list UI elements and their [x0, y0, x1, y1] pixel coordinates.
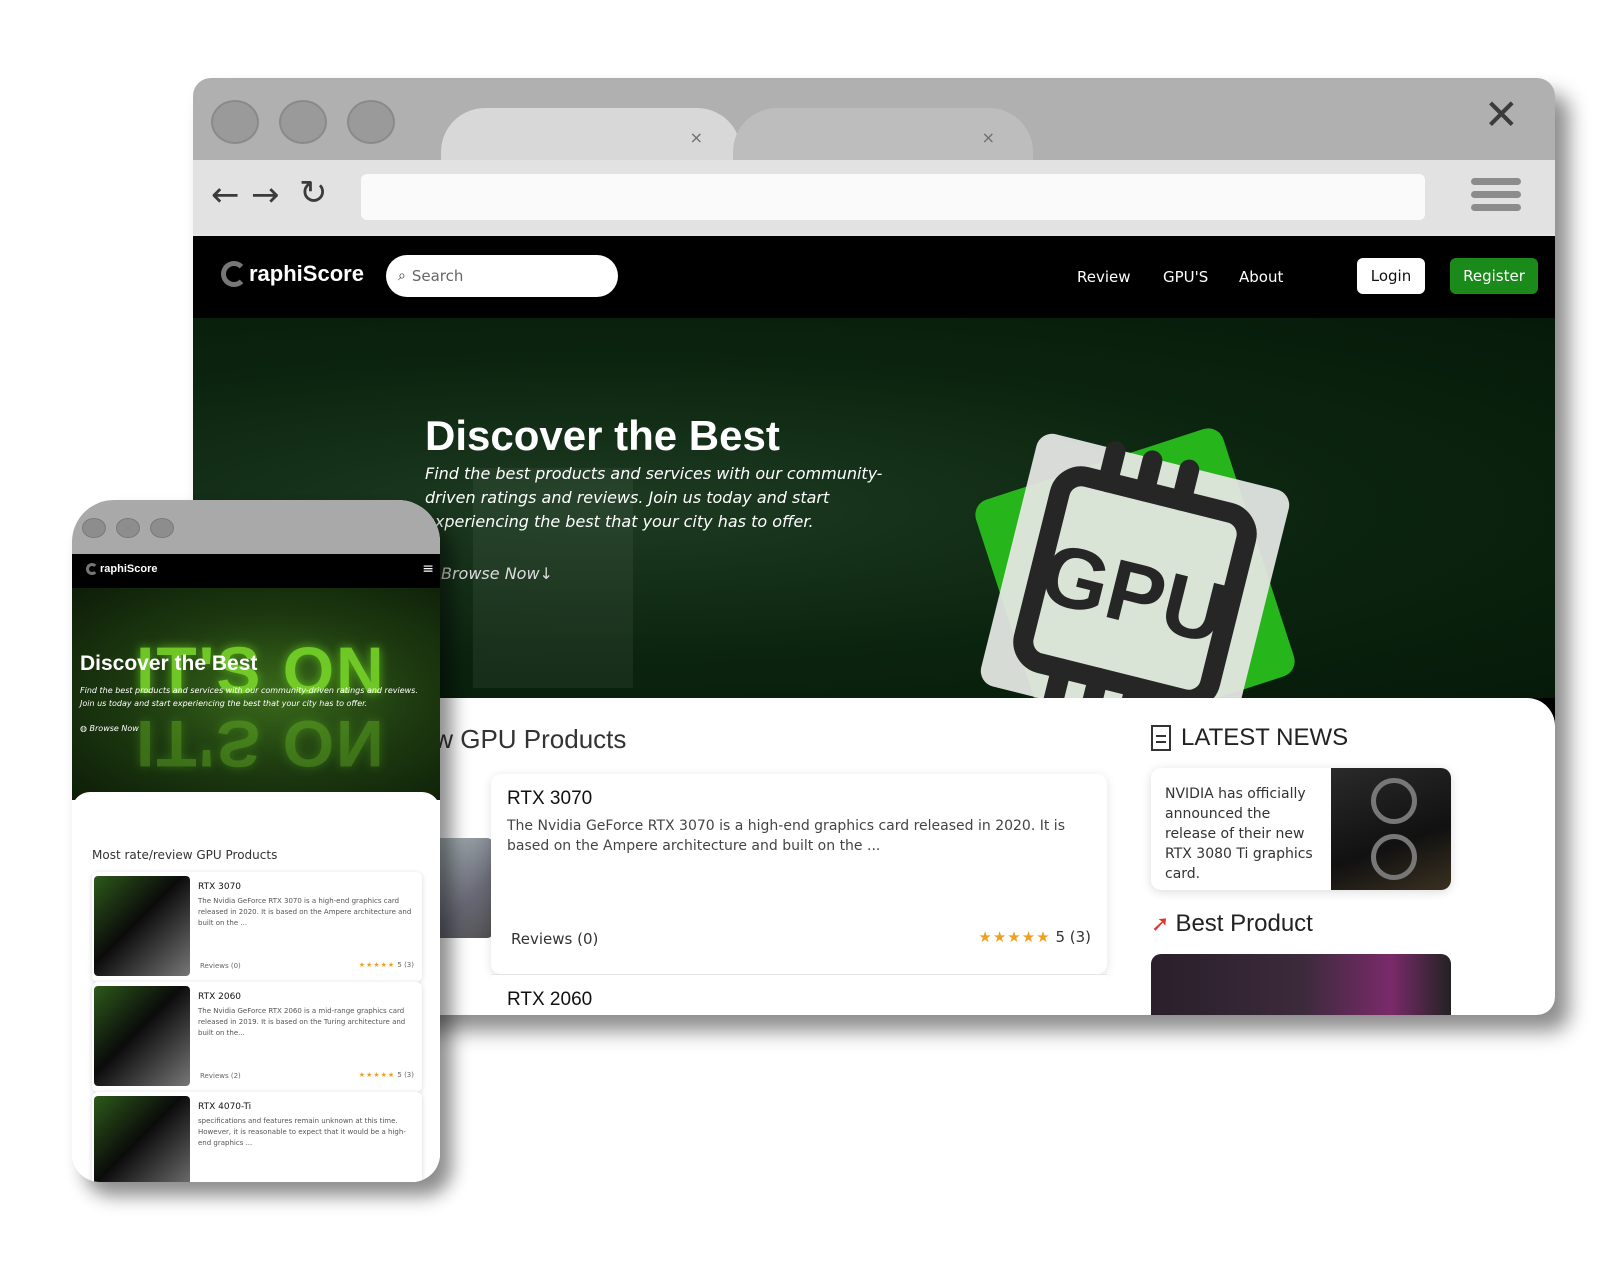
mobile-hero-description: Find the best products and services with… [80, 686, 418, 708]
mobile-product-card[interactable]: RTX 2060 The Nvidia GeForce RTX 2060 is … [92, 982, 422, 1092]
product-name[interactable]: RTX 2060 [198, 992, 241, 1002]
site-logo[interactable]: raphiScore [221, 261, 364, 287]
site-navbar: raphiScore ⌕ Review GPU'S About Login Re… [193, 236, 1555, 318]
hero-neon-reflection: IT'S ON [136, 707, 386, 781]
product-rating: ★★★★★ 5 (3) [978, 928, 1091, 946]
news-image [1331, 768, 1451, 890]
brand-name: raphiScore [249, 261, 364, 286]
nav-link-gpus[interactable]: GPU'S [1163, 268, 1208, 286]
tab-close-icon[interactable]: × [982, 128, 995, 147]
mobile-brand-name: raphiScore [100, 563, 158, 575]
gpu-fan-graphic [1371, 834, 1417, 880]
product-image [94, 876, 190, 976]
logo-g-icon [221, 261, 247, 287]
product-description: The Nvidia GeForce RTX 2060 is a mid-ran… [198, 1007, 406, 1037]
window-dot-minimize[interactable] [279, 100, 327, 144]
rating-value: 5 (3) [397, 1071, 414, 1079]
product-description: The Nvidia GeForce RTX 3070 is a high-en… [507, 818, 1065, 854]
news-card[interactable]: NVIDIA has officially announced the rele… [1151, 768, 1451, 890]
window-dot-close[interactable] [211, 100, 259, 144]
nav-link-about[interactable]: About [1239, 268, 1283, 286]
product-name[interactable]: RTX 3070 [198, 882, 241, 892]
product-rating: ★★★★★ 5 (3) [359, 1071, 414, 1079]
reviews-count[interactable]: Reviews (2) [200, 1072, 241, 1080]
tab-close-icon[interactable]: × [690, 128, 703, 147]
mobile-product-card[interactable]: RTX 4070-Ti specifications and features … [92, 1092, 422, 1182]
search-input[interactable] [411, 267, 592, 285]
product-name[interactable]: RTX 3070 [507, 788, 592, 810]
latest-news-title: LATEST NEWS [1181, 724, 1349, 751]
hero-title: Discover the Best [425, 412, 780, 459]
mobile-hero-title: Discover the Best [80, 652, 258, 675]
window-dot-maximize[interactable] [347, 100, 395, 144]
product-description: specifications and features remain unkno… [198, 1117, 406, 1147]
reviews-count[interactable]: Reviews (0) [200, 962, 241, 970]
register-button[interactable]: Register [1450, 258, 1538, 294]
product-card[interactable]: RTX 3070 The Nvidia GeForce RTX 3070 is … [491, 774, 1107, 974]
gpu-fan-graphic [1371, 778, 1417, 824]
mobile-device-mockup: raphiScore ≡ IT'S ON IT'S ON Discover th… [72, 500, 440, 1182]
product-image [94, 1096, 190, 1182]
browser-menu-icon[interactable] [1471, 178, 1521, 214]
window-close-icon[interactable]: ✕ [1484, 94, 1519, 136]
best-product-heading: ➚ Best Product [1151, 910, 1313, 938]
mobile-navbar: raphiScore ≡ [72, 554, 440, 588]
mobile-hero: IT'S ON IT'S ON Discover the Best Find t… [72, 588, 440, 800]
mobile-product-card[interactable]: RTX 3070 The Nvidia GeForce RTX 3070 is … [92, 872, 422, 982]
star-rating-icon: ★★★★★ [358, 1071, 396, 1079]
browse-now-link[interactable]: Browse Now↓ [441, 564, 553, 583]
mobile-browse-now-label: Browse Now [89, 724, 139, 733]
search-icon: ⌕ [398, 268, 406, 284]
best-product-title: Best Product [1175, 910, 1313, 937]
mobile-window-dot [150, 518, 174, 538]
forward-arrow-icon[interactable]: → [251, 178, 280, 212]
mobile-window-dot [82, 518, 106, 538]
product-rating: ★★★★★ 5 (3) [359, 961, 414, 969]
news-text: NVIDIA has officially announced the rele… [1165, 786, 1313, 882]
logo-g-icon [86, 563, 98, 575]
gpu-chip-icon: GPU [975, 428, 1295, 698]
hamburger-menu-icon[interactable]: ≡ [422, 561, 434, 577]
star-rating-icon: ★★★★★ [978, 928, 1051, 946]
product-name[interactable]: RTX 2060 [507, 989, 592, 1011]
back-arrow-icon[interactable]: ← [211, 178, 240, 212]
product-thumbnail[interactable] [433, 838, 493, 938]
star-rating-icon: ★★★★★ [358, 961, 396, 969]
mobile-browse-now-link[interactable]: ◍ Browse Now [80, 724, 139, 733]
nav-link-review[interactable]: Review [1077, 268, 1131, 286]
browser-tab-active[interactable]: × [441, 108, 741, 160]
mobile-logo[interactable]: raphiScore [86, 563, 157, 575]
mobile-section-title: Most rate/review GPU Products [92, 848, 278, 862]
product-name[interactable]: RTX 4070-Ti [198, 1102, 251, 1112]
address-bar[interactable] [361, 174, 1425, 220]
latest-news-heading: LATEST NEWS [1151, 724, 1348, 752]
product-image [94, 986, 190, 1086]
product-card[interactable]: RTX 2060 [491, 974, 1107, 1015]
mockup-stage: × × ✕ ← → ↻ raphiScore ⌕ Review GPU'S Ab… [0, 0, 1620, 1270]
reload-icon[interactable]: ↻ [299, 176, 328, 210]
reviews-count[interactable]: Reviews (0) [511, 930, 598, 948]
login-button[interactable]: Login [1357, 258, 1425, 294]
product-description: The Nvidia GeForce RTX 3070 is a high-en… [198, 897, 412, 927]
hero-description: Find the best products and services with… [425, 464, 883, 531]
mobile-window-dot [116, 518, 140, 538]
search-bar[interactable]: ⌕ [386, 255, 618, 297]
rating-value: 5 (3) [1055, 928, 1091, 946]
best-product-image[interactable] [1151, 954, 1451, 1015]
browser-tab-inactive[interactable]: × [733, 108, 1033, 160]
rocket-icon: ➚ [1151, 911, 1170, 936]
mobile-content: Most rate/review GPU Products RTX 3070 T… [72, 792, 440, 1182]
document-icon [1151, 725, 1171, 751]
rating-value: 5 (3) [397, 961, 414, 969]
